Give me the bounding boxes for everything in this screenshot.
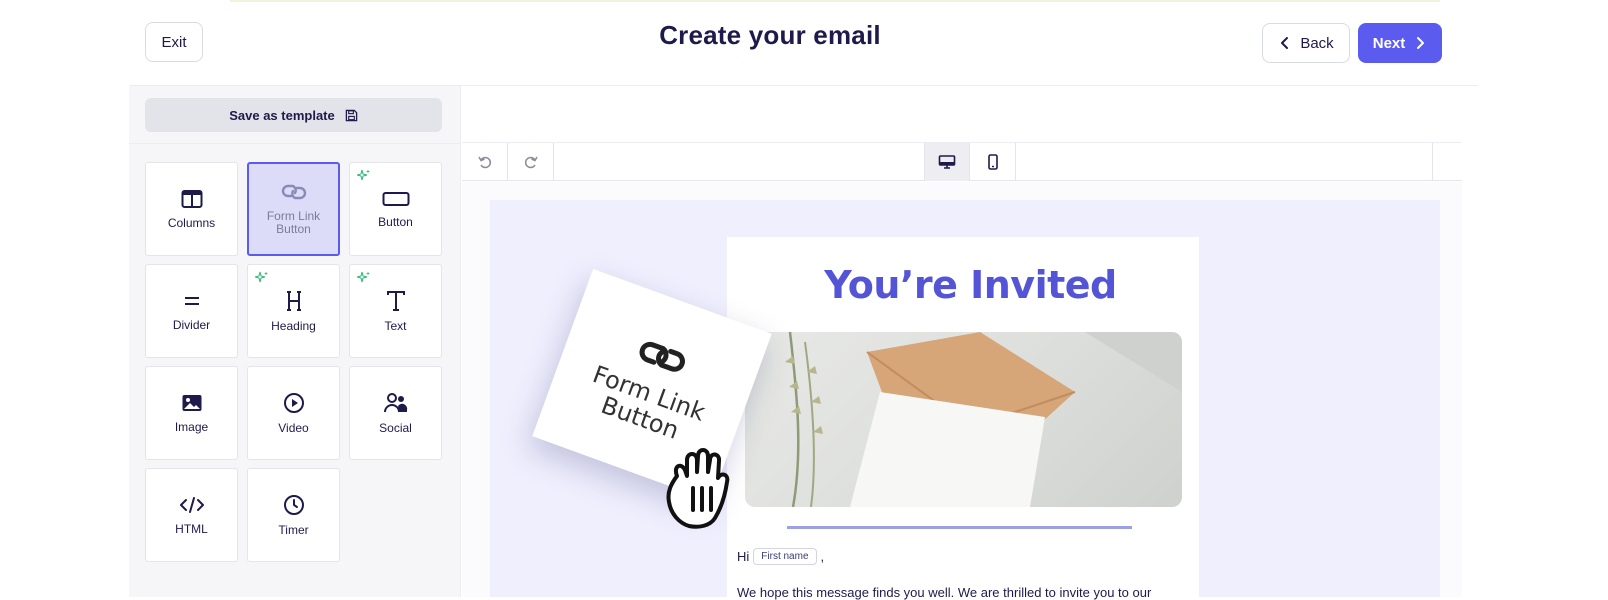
back-button[interactable]: Back [1262,23,1350,63]
block-divider[interactable]: Divider [145,264,238,358]
desktop-view-button[interactable] [924,143,970,181]
toolbar-end-divider [1432,143,1433,181]
content-blocks-grid: Columns Form Link Button Button Divider … [145,162,445,562]
editor-toolbar [462,143,1462,181]
mobile-view-button[interactable] [970,143,1016,181]
image-icon [182,394,201,411]
email-divider-line [787,526,1132,529]
merge-tag-first-name[interactable]: First name [753,548,817,565]
greeting-text: Hi [737,549,750,564]
block-button[interactable]: Button [349,162,442,256]
greeting-suffix: , [820,549,825,564]
block-label: Video [278,420,309,435]
button-icon [382,191,409,206]
block-heading[interactable]: Heading [247,264,340,358]
envelope-image [785,332,1182,507]
canvas-top-area [462,86,1462,143]
block-label: Form Link Button [266,209,321,236]
next-button[interactable]: Next [1358,23,1442,63]
block-timer[interactable]: Timer [247,468,340,562]
undo-icon [477,156,491,169]
ai-sparkle-icon [255,271,268,283]
redo-button[interactable] [508,143,554,181]
email-body: You’re Invited Hi First name , We hope t… [727,237,1199,600]
text-icon [386,290,405,311]
block-social[interactable]: Social [349,366,442,460]
grab-cursor-icon [666,448,730,529]
block-form-link-button[interactable]: Form Link Button [247,162,340,256]
email-heading[interactable]: You’re Invited [727,263,1214,307]
email-paragraph[interactable]: We hope this message finds you well. We … [737,585,1151,600]
save-as-template-button[interactable]: Save as template [145,98,442,132]
chevron-left-icon [1281,37,1289,49]
heading-icon [286,290,301,311]
block-label: Heading [271,318,316,333]
block-label: Social [379,420,412,435]
social-icon [383,392,407,412]
floppy-disk-icon [345,109,358,121]
code-icon [179,496,204,513]
sidebar-divider [129,143,461,144]
next-label: Next [1372,34,1406,52]
video-icon [283,392,304,413]
block-image[interactable]: Image [145,366,238,460]
clock-icon [283,494,304,515]
block-html[interactable]: HTML [145,468,238,562]
blocks-sidebar: Save as template Columns Form Link Butto… [129,86,461,597]
block-columns[interactable]: Columns [145,162,238,256]
block-label: Image [174,419,209,434]
divider-icon [184,296,199,305]
desktop-icon [938,155,956,169]
chevron-right-icon [1417,37,1425,49]
columns-icon [181,189,202,208]
undo-button[interactable] [462,143,508,181]
block-label: Timer [278,522,309,537]
block-label: Button [378,214,413,229]
envelope-photo[interactable] [745,332,1182,507]
back-label: Back [1300,34,1334,52]
redo-icon [524,156,538,169]
mobile-icon [987,154,998,170]
block-label: Divider [172,317,211,332]
link-icon [281,184,306,200]
greeting-line[interactable]: Hi First name , [737,548,824,565]
block-label: Columns [167,215,216,230]
block-video[interactable]: Video [247,366,340,460]
save-template-label: Save as template [229,107,335,123]
ai-sparkle-icon [357,271,370,283]
block-label: Text [384,318,407,333]
page-header: Exit Create your email Back Next [0,0,1608,84]
ai-sparkle-icon [357,169,370,181]
block-text[interactable]: Text [349,264,442,358]
block-label: HTML [175,521,208,536]
